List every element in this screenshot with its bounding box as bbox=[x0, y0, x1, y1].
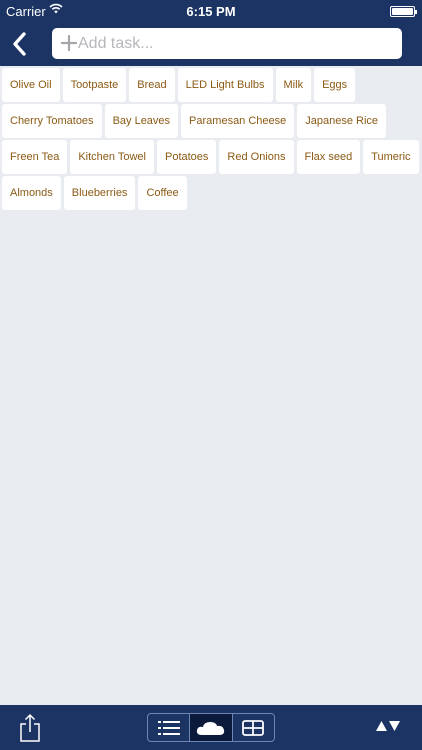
tag-item[interactable]: Freen Tea bbox=[2, 140, 68, 174]
tag-item[interactable]: Potatoes bbox=[157, 140, 217, 174]
clock: 6:15 PM bbox=[186, 4, 236, 19]
share-icon[interactable] bbox=[19, 714, 41, 742]
grid-view-button[interactable] bbox=[231, 714, 274, 741]
plus-icon bbox=[60, 34, 78, 52]
tag-row: Olive Oil Tootpaste Bread LED Light Bulb… bbox=[2, 68, 420, 102]
tag-item[interactable]: Almonds bbox=[2, 176, 61, 210]
nav-bar bbox=[0, 22, 422, 66]
tag-item[interactable]: Bread bbox=[129, 68, 175, 102]
list-view-button[interactable] bbox=[148, 714, 189, 741]
tag-item[interactable]: Olive Oil bbox=[2, 68, 60, 102]
tag-item[interactable]: Cherry Tomatoes bbox=[2, 104, 102, 138]
add-task-field[interactable] bbox=[52, 28, 402, 59]
tag-item[interactable]: Flax seed bbox=[296, 140, 361, 174]
status-bar: Carrier 6:15 PM bbox=[0, 0, 422, 22]
grid-icon bbox=[242, 719, 265, 736]
tag-item[interactable]: Tootpaste bbox=[62, 68, 127, 102]
tag-cloud: Olive Oil Tootpaste Bread LED Light Bulb… bbox=[2, 66, 420, 211]
tag-row: Cherry Tomatoes Bay Leaves Paramesan Che… bbox=[2, 104, 420, 138]
add-task-input[interactable] bbox=[78, 28, 396, 59]
list-icon bbox=[157, 720, 180, 735]
tag-row: Almonds Blueberries Coffee bbox=[2, 176, 420, 210]
tag-item[interactable]: Blueberries bbox=[63, 176, 136, 210]
bottom-toolbar bbox=[0, 705, 422, 750]
sort-icon[interactable] bbox=[376, 719, 400, 733]
tag-row: Freen Tea Kitchen Towel Potatoes Red Oni… bbox=[2, 140, 420, 174]
tag-item[interactable]: Japanese Rice bbox=[297, 104, 387, 138]
tag-item[interactable]: LED Light Bulbs bbox=[177, 68, 273, 102]
tag-item[interactable]: Coffee bbox=[138, 176, 187, 210]
back-chevron-icon[interactable] bbox=[6, 29, 34, 59]
tag-item[interactable]: Eggs bbox=[314, 68, 356, 102]
tag-item[interactable]: Kitchen Towel bbox=[70, 140, 154, 174]
tag-item[interactable]: Bay Leaves bbox=[104, 104, 179, 138]
view-mode-control bbox=[147, 713, 275, 742]
tag-item[interactable]: Milk bbox=[275, 68, 312, 102]
tag-item[interactable]: Red Onions bbox=[219, 140, 294, 174]
tag-item[interactable]: Tumeric bbox=[363, 140, 419, 174]
battery-icon bbox=[390, 6, 417, 17]
cloud-view-button[interactable] bbox=[189, 714, 232, 741]
cloud-icon bbox=[196, 721, 225, 735]
tag-item[interactable]: Paramesan Cheese bbox=[181, 104, 295, 138]
